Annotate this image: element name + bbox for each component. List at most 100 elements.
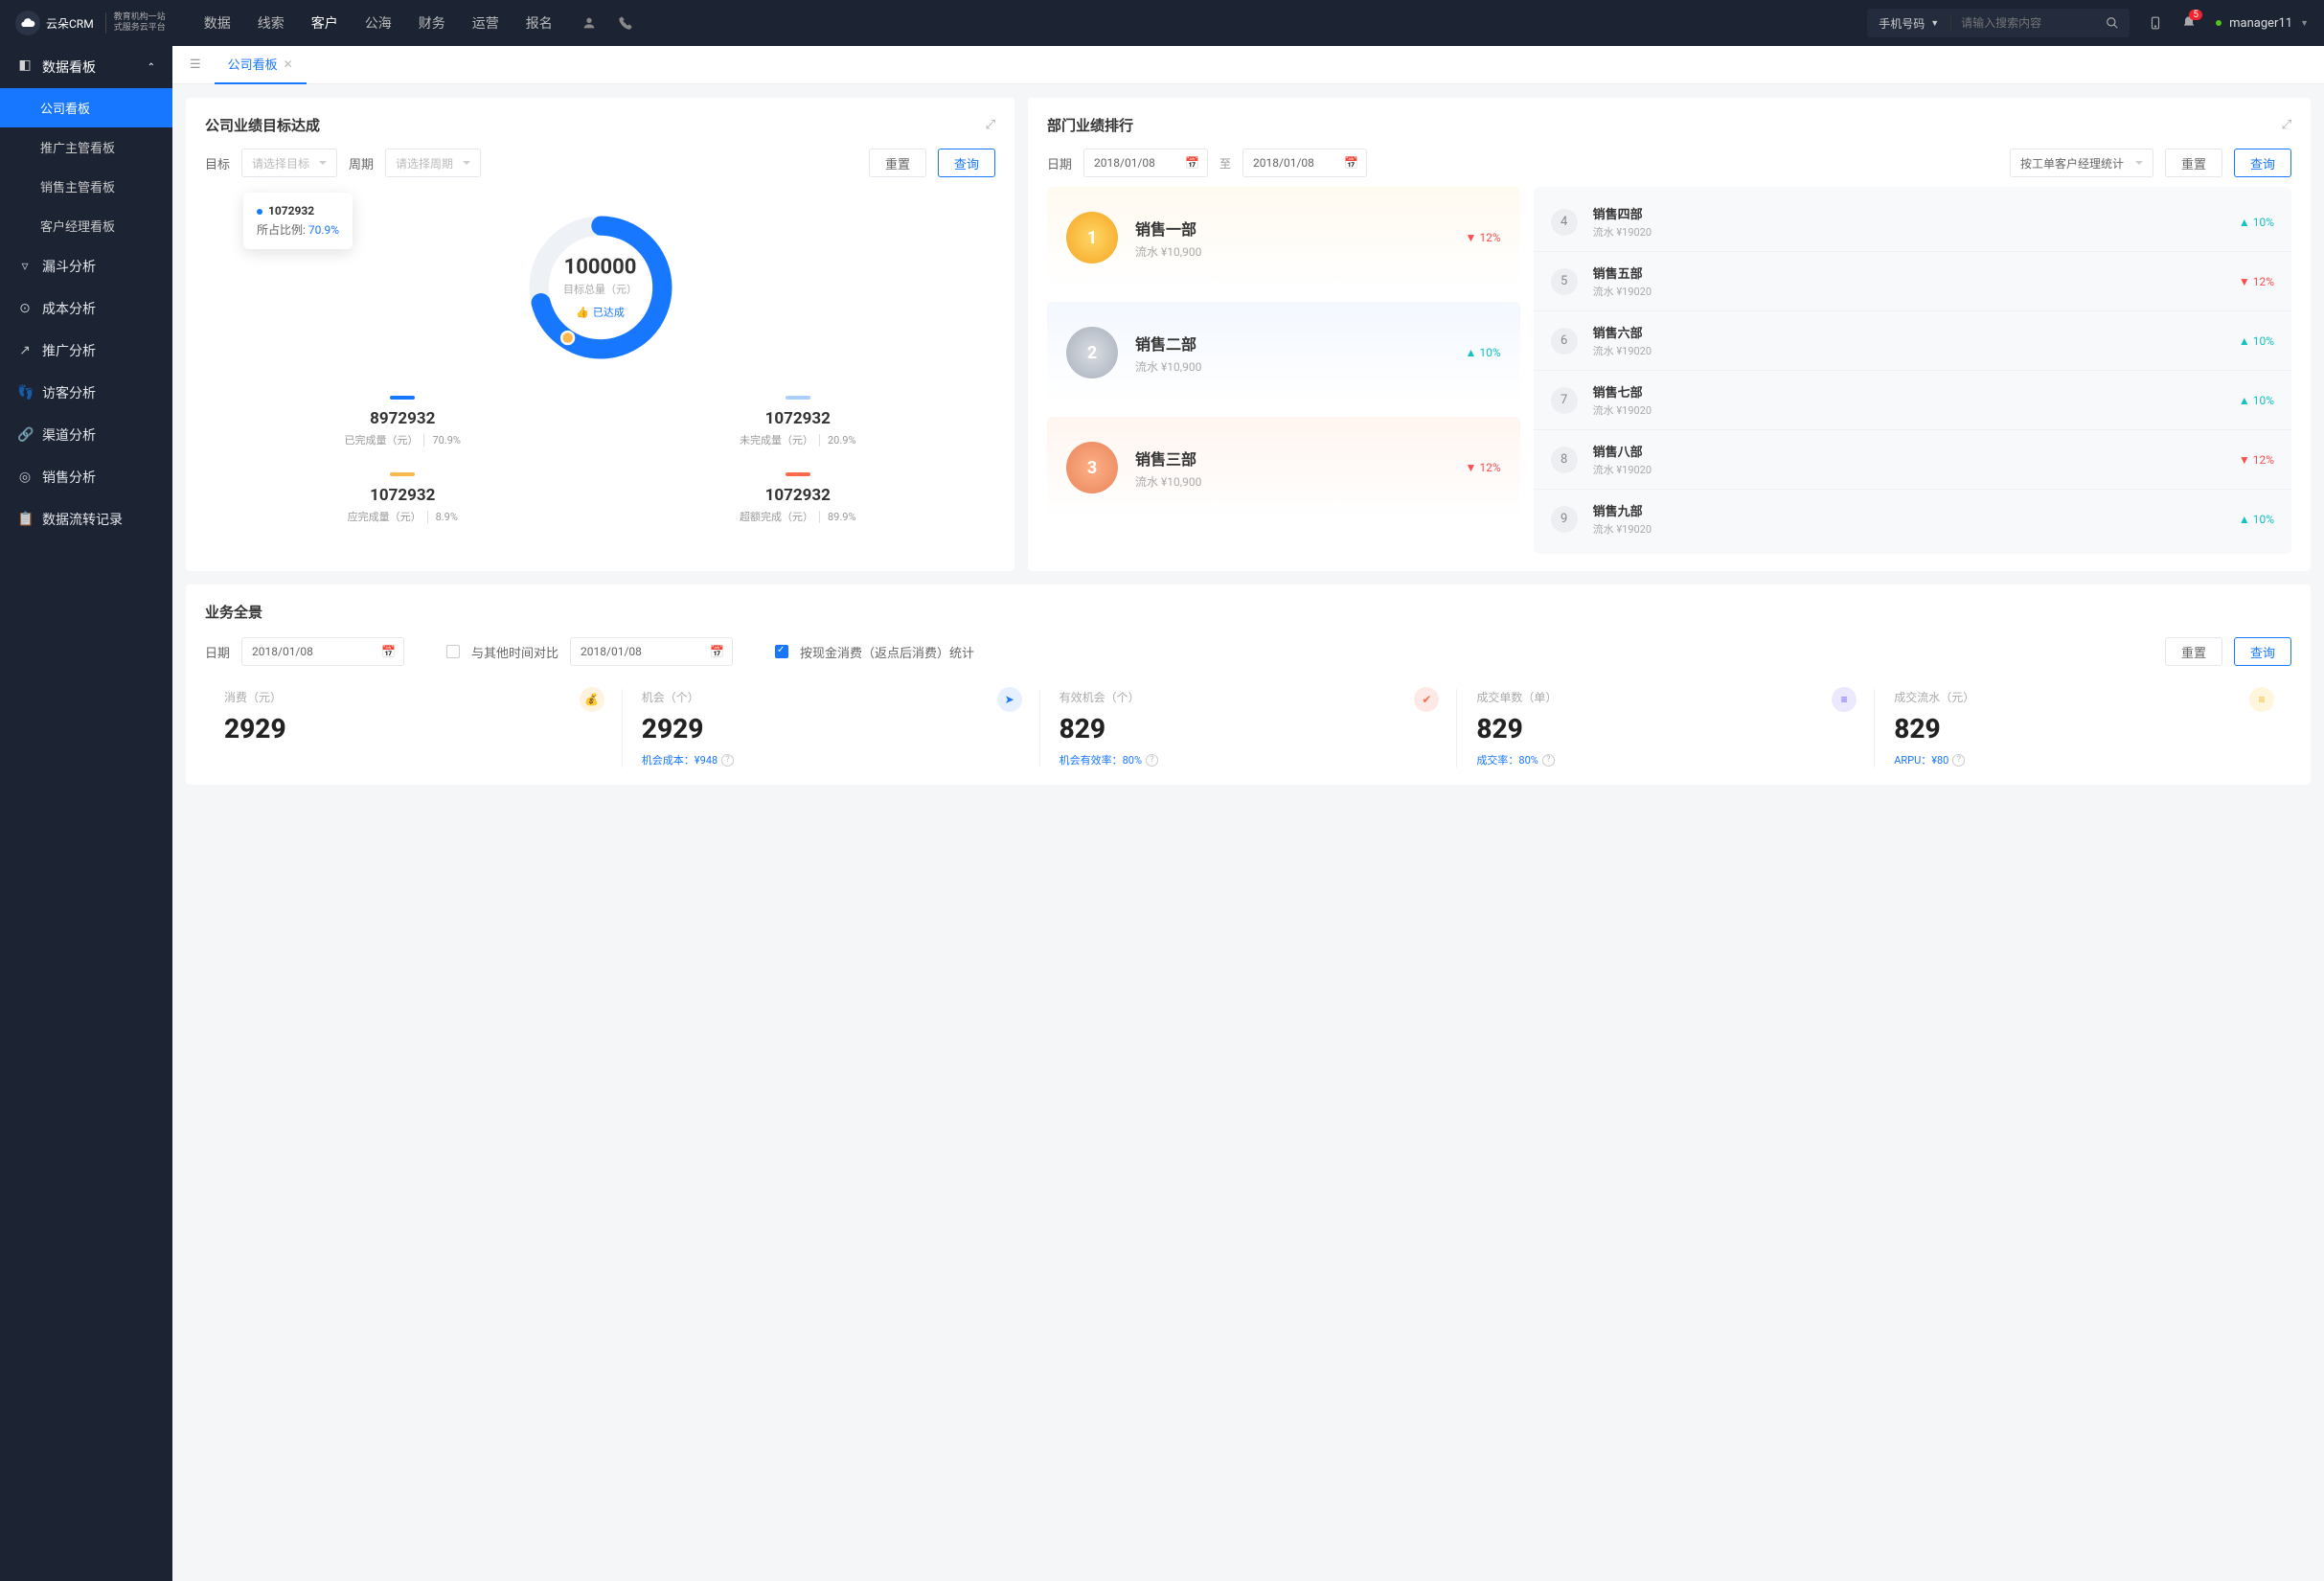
date-compare-input[interactable]: 2018/01/08📅	[570, 637, 733, 666]
kpi-icon: ➤	[997, 687, 1022, 712]
kpi-item: 成交流水（元）≡829ARPU：¥80 ?	[1875, 689, 2291, 768]
help-icon[interactable]: ?	[1952, 754, 1965, 767]
sidebar-item[interactable]: 公司看板	[0, 88, 172, 127]
menu-icon: 📋	[17, 512, 33, 527]
calendar-icon: 📅	[710, 645, 724, 658]
date-to[interactable]: 2018/01/08📅	[1242, 149, 1367, 177]
sidebar-item[interactable]: 🔗渠道分析	[0, 414, 172, 456]
label: 日期	[205, 643, 230, 661]
phone-icon[interactable]	[618, 15, 633, 31]
mobile-icon[interactable]	[2149, 14, 2162, 32]
dashboard-icon: ◧	[17, 57, 33, 77]
help-icon[interactable]: ?	[1542, 754, 1555, 767]
sidebar-item[interactable]: 推广主管看板	[0, 127, 172, 167]
query-button[interactable]: 查询	[938, 149, 995, 177]
rank-row: 8销售八部流水 ¥19020▼ 12%	[1534, 430, 2291, 490]
brand-sub: 教育机构一站式服务云平台	[105, 12, 166, 34]
search-type-select[interactable]: 手机号码 ▼	[1867, 15, 1951, 32]
sidebar-item[interactable]: ⊙成本分析	[0, 287, 172, 330]
legend-item: 1072932未完成量（元）20.9%	[601, 396, 996, 447]
podium-item: 1销售一部流水 ¥10,900▼ 12%	[1047, 187, 1520, 288]
podium-item: 2销售二部流水 ¥10,900▲ 10%	[1047, 302, 1520, 403]
period-select[interactable]: 请选择周期	[385, 149, 481, 177]
menu-icon: ▿	[17, 259, 33, 274]
target-select[interactable]: 请选择目标	[241, 149, 337, 177]
kpi-icon: ≡	[1832, 687, 1857, 712]
date-from[interactable]: 2018/01/08📅	[1083, 149, 1208, 177]
rank-row: 5销售五部流水 ¥19020▼ 12%	[1534, 252, 2291, 311]
calendar-icon: 📅	[1344, 156, 1358, 170]
label: 与其他时间对比	[471, 643, 558, 661]
compare-checkbox[interactable]	[446, 645, 460, 658]
sidebar-item[interactable]: ◎销售分析	[0, 456, 172, 498]
calendar-icon: 📅	[381, 645, 396, 658]
logo-icon	[15, 11, 40, 35]
user-menu[interactable]: manager11 ▼	[2216, 16, 2309, 31]
nav-item[interactable]: 报名	[526, 13, 553, 33]
nav-item[interactable]: 运营	[472, 13, 499, 33]
menu-icon: ◎	[17, 470, 33, 485]
rank-number: 9	[1551, 506, 1578, 533]
rank-row: 4销售四部流水 ¥19020▲ 10%	[1534, 193, 2291, 252]
person-icon[interactable]	[581, 15, 597, 31]
reset-button[interactable]: 重置	[869, 149, 926, 177]
reset-button[interactable]: 重置	[2165, 637, 2222, 666]
expand-icon[interactable]: ⤢	[986, 118, 995, 132]
sidebar-item[interactable]: ↗推广分析	[0, 330, 172, 372]
card-title: 部门业绩排行	[1047, 115, 1133, 135]
expand-icon[interactable]: ⤢	[2282, 118, 2291, 132]
medal-icon: 1	[1066, 212, 1118, 264]
goal-card: 公司业绩目标达成 ⤢ 目标 请选择目标 周期 请选择周期 重置 查询	[186, 98, 1014, 571]
sidebar-item[interactable]: 👣访客分析	[0, 372, 172, 414]
goal-total-label: 目标总量（元）	[563, 282, 637, 297]
kpi-icon: ✔	[1414, 687, 1439, 712]
help-icon[interactable]: ?	[721, 754, 734, 767]
logo: 云朵CRM 教育机构一站式服务云平台	[15, 11, 166, 35]
donut-chart: 1072932 所占比例: 70.9% 100000 目标总量（元）	[205, 187, 995, 388]
toggle-sidebar-icon[interactable]: ☰	[182, 57, 209, 72]
nav: 数据 线索 客户 公海 财务 运营 报名	[204, 13, 553, 33]
card-title: 业务全景	[205, 602, 2291, 622]
notification-icon[interactable]: 5	[2181, 15, 2197, 31]
status-dot	[2216, 20, 2221, 26]
help-icon[interactable]: ?	[1146, 754, 1158, 767]
nav-item[interactable]: 数据	[204, 13, 231, 33]
sidebar-item[interactable]: 📋数据流转记录	[0, 498, 172, 540]
nav-item[interactable]: 财务	[419, 13, 445, 33]
reached-badge: 👍 已达成	[576, 305, 625, 320]
close-icon[interactable]: ✕	[284, 57, 293, 71]
sidebar-item[interactable]: ▿漏斗分析	[0, 245, 172, 287]
overview-card: 业务全景 日期 2018/01/08📅 与其他时间对比 2018/01/08📅 …	[186, 584, 2311, 785]
rank-row: 9销售九部流水 ¥19020▲ 10%	[1534, 490, 2291, 548]
tab-company-board[interactable]: 公司看板✕	[215, 46, 307, 84]
goal-total: 100000	[563, 256, 637, 280]
search: 手机号码 ▼	[1867, 9, 2130, 37]
nav-item[interactable]: 客户	[311, 13, 338, 33]
rank-number: 5	[1551, 268, 1578, 295]
search-button[interactable]	[2095, 16, 2130, 30]
reset-button[interactable]: 重置	[2165, 149, 2222, 177]
date-input[interactable]: 2018/01/08📅	[241, 637, 404, 666]
rank-row: 6销售六部流水 ¥19020▲ 10%	[1534, 311, 2291, 371]
kpi-item: 消费（元）💰2929	[205, 689, 623, 768]
groupby-select[interactable]: 按工单客户经理统计	[2010, 149, 2153, 177]
legend-item: 1072932超额完成（元）89.9%	[601, 472, 996, 524]
label: 按现金消费（返点后消费）统计	[800, 643, 974, 661]
label: 至	[1219, 155, 1231, 172]
query-button[interactable]: 查询	[2234, 637, 2291, 666]
menu-icon: ↗	[17, 343, 33, 358]
query-button[interactable]: 查询	[2234, 149, 2291, 177]
sidebar-item[interactable]: 销售主管看板	[0, 167, 172, 206]
search-input[interactable]	[1951, 16, 2095, 30]
cash-checkbox[interactable]	[775, 645, 788, 658]
medal-icon: 2	[1066, 327, 1118, 378]
menu-icon: 🔗	[17, 427, 33, 443]
chevron-up-icon: ⌃	[148, 62, 155, 73]
kpi-icon: 💰	[580, 687, 604, 712]
sidebar-group-dashboard[interactable]: ◧数据看板 ⌃	[0, 46, 172, 88]
nav-item[interactable]: 公海	[365, 13, 392, 33]
sidebar-item[interactable]: 客户经理看板	[0, 206, 172, 245]
sidebar: ◧数据看板 ⌃ 公司看板推广主管看板销售主管看板客户经理看板 ▿漏斗分析⊙成本分…	[0, 46, 172, 1581]
rank-number: 6	[1551, 328, 1578, 355]
nav-item[interactable]: 线索	[258, 13, 285, 33]
